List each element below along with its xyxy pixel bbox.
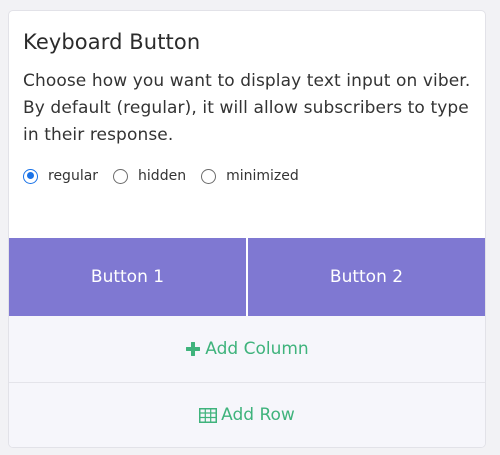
add-column-label: Add Column [205,339,309,359]
radio-minimized-circle[interactable] [201,168,217,184]
keyboard-button-2[interactable]: Button 2 [248,238,485,316]
radio-regular[interactable]: regular [23,168,98,184]
card-header: Keyboard Button Choose how you want to d… [9,11,485,193]
radio-hidden[interactable]: hidden [113,168,186,184]
card-title: Keyboard Button [23,30,201,54]
display-mode-radio-group: regular hidden minimized [23,159,471,193]
keyboard-buttons-row: Button 1 Button 2 [9,238,485,316]
plus-icon [185,341,201,357]
radio-minimized-label: minimized [226,168,299,184]
add-column-button[interactable]: Add Column [9,316,485,383]
radio-hidden-circle[interactable] [113,168,129,184]
card-description: Choose how you want to display text inpu… [23,71,471,145]
keyboard-button-card: Keyboard Button Choose how you want to d… [8,10,486,448]
add-row-label: Add Row [221,405,295,425]
radio-regular-circle[interactable] [23,168,38,184]
radio-regular-label: regular [48,168,99,184]
radio-hidden-label: hidden [138,168,187,184]
add-row-button[interactable]: Add Row [9,383,485,447]
table-icon [199,407,218,423]
keyboard-button-1[interactable]: Button 1 [9,238,246,316]
radio-minimized[interactable]: minimized [201,168,299,184]
